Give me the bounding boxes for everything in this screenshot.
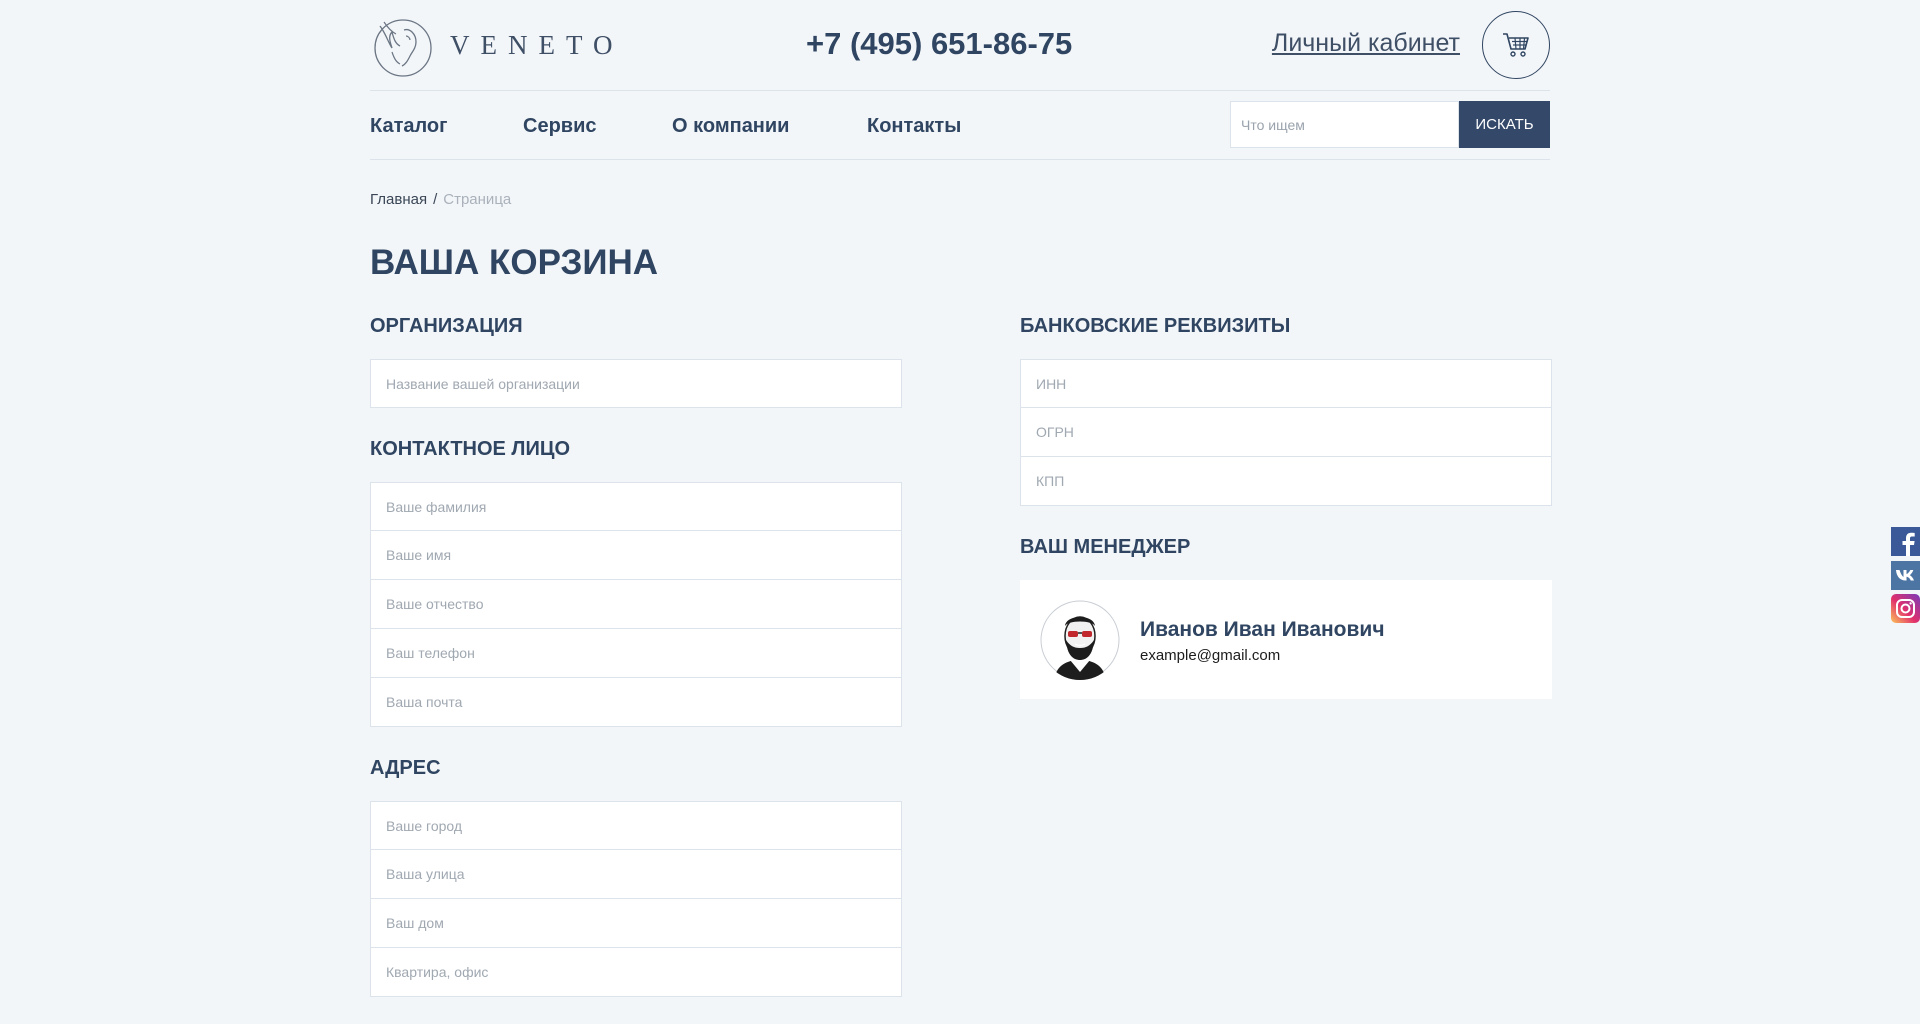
search-form: ИСКАТЬ <box>1230 101 1550 148</box>
manager-email[interactable]: example@gmail.com <box>1140 647 1280 664</box>
organization-name-field[interactable] <box>370 359 902 408</box>
avatar <box>1040 600 1120 680</box>
bank-fields <box>1020 359 1552 506</box>
header-phone[interactable]: +7 (495) 651-86-75 <box>806 26 1072 62</box>
breadcrumb-home[interactable]: Главная <box>370 191 427 208</box>
cart-icon <box>1503 33 1529 57</box>
page-container: VENETO +7 (495) 651-86-75 Личный кабинет… <box>370 0 1552 997</box>
bank-title: БАНКОВСКИЕ РЕКВИЗИТЫ <box>1020 315 1291 337</box>
ogrn-field[interactable] <box>1020 408 1552 457</box>
nav-item-about[interactable]: О компании <box>672 115 789 138</box>
search-input[interactable] <box>1230 101 1459 148</box>
header: VENETO +7 (495) 651-86-75 Личный кабинет <box>370 0 1550 91</box>
manager-title: ВАШ МЕНЕДЖЕР <box>1020 536 1191 558</box>
search-button[interactable]: ИСКАТЬ <box>1459 101 1550 148</box>
phone-field[interactable] <box>370 629 902 678</box>
manager-avatar-icon <box>1040 600 1120 680</box>
breadcrumb: Главная / Страница <box>370 191 511 208</box>
organization-fields <box>370 359 902 408</box>
contact-fields <box>370 482 902 727</box>
breadcrumb-current: Страница <box>443 191 512 208</box>
apartment-field[interactable] <box>370 948 902 997</box>
kpp-field[interactable] <box>1020 457 1552 506</box>
inn-field[interactable] <box>1020 359 1552 408</box>
instagram-icon[interactable] <box>1891 594 1920 623</box>
cart-button[interactable] <box>1482 11 1550 79</box>
first-name-field[interactable] <box>370 531 902 580</box>
manager-name: Иванов Иван Иванович <box>1140 618 1385 641</box>
city-field[interactable] <box>370 801 902 850</box>
manager-card: Иванов Иван Иванович example@gmail.com <box>1020 580 1552 699</box>
address-fields <box>370 801 902 997</box>
nav-item-catalog[interactable]: Каталог <box>370 115 447 138</box>
logo[interactable]: VENETO <box>370 12 624 78</box>
nav-item-contacts[interactable]: Контакты <box>867 115 961 138</box>
contact-title: КОНТАКТНОЕ ЛИЦО <box>370 438 570 460</box>
logo-text: VENETO <box>450 29 624 60</box>
facebook-icon[interactable] <box>1891 527 1920 556</box>
address-title: АДРЕС <box>370 757 441 779</box>
patronymic-field[interactable] <box>370 580 902 629</box>
logo-lion-icon <box>374 19 432 77</box>
account-link[interactable]: Личный кабинет <box>1272 29 1460 58</box>
street-field[interactable] <box>370 850 902 899</box>
surname-field[interactable] <box>370 482 902 531</box>
nav-item-service[interactable]: Сервис <box>523 115 597 138</box>
main-nav: Каталог Сервис О компании Контакты ИСКАТ… <box>370 91 1550 160</box>
vk-icon[interactable] <box>1891 561 1920 590</box>
email-field[interactable] <box>370 678 902 727</box>
page-title: ВАША КОРЗИНА <box>370 243 659 282</box>
house-field[interactable] <box>370 899 902 948</box>
breadcrumb-separator: / <box>433 191 438 208</box>
organization-title: ОРГАНИЗАЦИЯ <box>370 315 523 337</box>
